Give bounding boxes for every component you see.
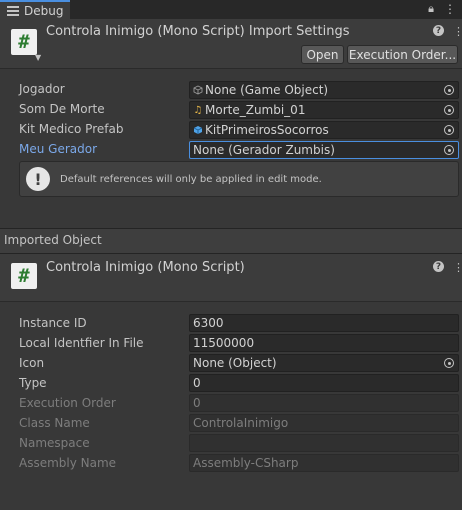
kebab-menu-icon[interactable]: ⋮ (453, 261, 462, 274)
type-label: Type (19, 376, 47, 390)
help-icon[interactable]: ? (433, 261, 444, 272)
execution-order-field: 0 (189, 394, 459, 412)
object-picker-icon[interactable] (444, 105, 454, 115)
namespace-label: Namespace (19, 436, 90, 450)
chevron-down-icon[interactable]: ▼ (35, 53, 41, 62)
imported-object-name: Controla Inimigo (Mono Script) (46, 260, 245, 275)
instance-id-field[interactable]: 6300 (189, 314, 459, 332)
meu-gerador-label: Meu Gerador (19, 142, 98, 156)
csharp-script-icon: # (11, 263, 37, 289)
object-picker-icon[interactable] (444, 85, 454, 95)
help-box: ! Default references will only be applie… (19, 161, 459, 197)
help-icon[interactable]: ? (433, 25, 444, 36)
assembly-name-field: Assembly-CSharp (189, 454, 459, 472)
object-picker-icon[interactable] (444, 145, 454, 155)
help-text: Default references will only be applied … (60, 173, 322, 185)
meu-gerador-field[interactable]: None (Gerador Zumbis) (189, 141, 459, 159)
header-tools: ? ⋮ (433, 261, 462, 274)
lock-icon[interactable]: 🔒︎ (428, 2, 434, 16)
kit-medico-prefab-value: KitPrimeirosSocorros (205, 123, 329, 137)
cube-icon (193, 85, 203, 95)
class-name-field: ControlaInimigo (189, 414, 459, 432)
icon-field[interactable]: None (Object) (189, 354, 459, 372)
prefab-icon (193, 125, 203, 135)
warning-icon: ! (26, 167, 50, 191)
tab-bar: Debug 🔒︎ ⋮ (0, 0, 462, 19)
jogador-field[interactable]: None (Game Object) (189, 81, 459, 99)
jogador-label: Jogador (19, 82, 65, 96)
open-button[interactable]: Open (301, 45, 344, 64)
audio-icon: ♫ (193, 104, 203, 116)
icon-value: None (Object) (193, 356, 277, 370)
local-identifier-field[interactable]: 11500000 (189, 334, 459, 352)
jogador-value: None (Game Object) (205, 83, 329, 97)
instance-id-label: Instance ID (19, 316, 87, 330)
som-de-morte-field[interactable]: ♫ Morte_Zumbi_01 (189, 101, 459, 119)
imported-object-title: Imported Object (4, 233, 102, 247)
assembly-name-label: Assembly Name (19, 456, 117, 470)
tab-debug[interactable]: Debug (0, 0, 70, 19)
tab-tools: 🔒︎ ⋮ (428, 2, 456, 16)
execution-order-button[interactable]: Execution Order... (347, 45, 458, 64)
icon-label: Icon (19, 356, 45, 370)
csharp-script-icon: # (11, 29, 37, 55)
header-tools: ? ⋮ (433, 25, 462, 38)
execution-order-label: Execution Order (19, 396, 116, 410)
object-picker-icon[interactable] (444, 358, 454, 368)
meu-gerador-value: None (Gerador Zumbis) (193, 143, 335, 157)
som-de-morte-label: Som De Morte (19, 102, 105, 116)
import-settings-title: Controla Inimigo (Mono Script) Import Se… (46, 24, 350, 39)
type-field[interactable]: 0 (189, 374, 459, 392)
kit-medico-prefab-label: Kit Medico Prefab (19, 122, 124, 136)
namespace-field (189, 434, 459, 452)
som-de-morte-value: Morte_Zumbi_01 (205, 103, 306, 117)
object-picker-icon[interactable] (444, 125, 454, 135)
tab-debug-label: Debug (24, 3, 64, 18)
kebab-menu-icon[interactable]: ⋮ (444, 2, 456, 16)
menu-lines-icon (7, 5, 19, 16)
kebab-menu-icon[interactable]: ⋮ (453, 25, 462, 38)
kit-medico-prefab-field[interactable]: KitPrimeirosSocorros (189, 121, 459, 139)
class-name-label: Class Name (19, 416, 90, 430)
local-identifier-label: Local Identfier In File (19, 336, 144, 350)
